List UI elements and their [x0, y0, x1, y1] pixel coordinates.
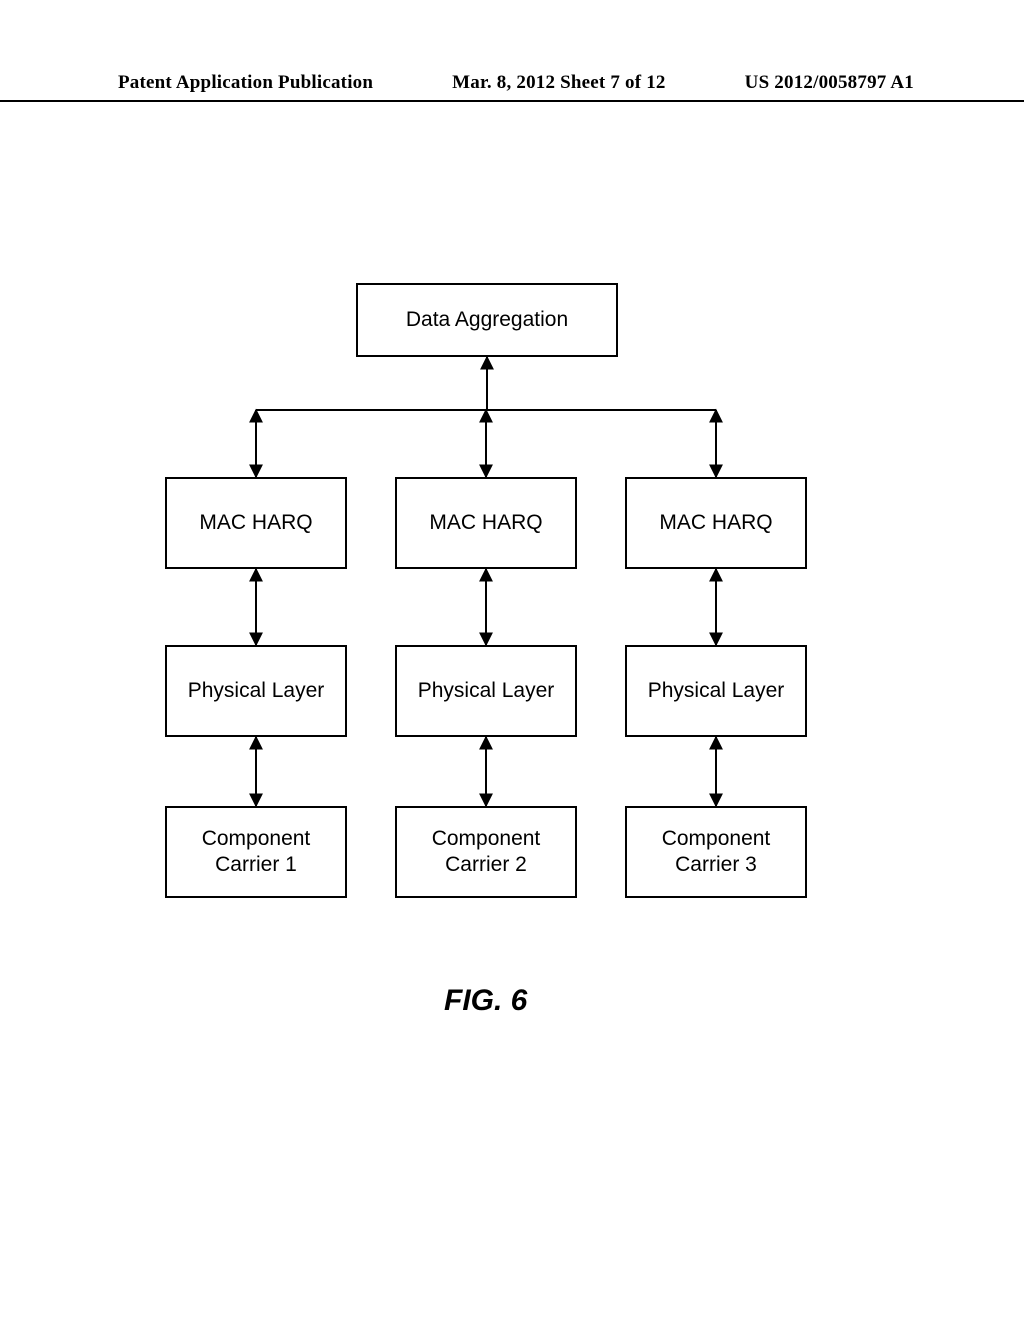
- page: Patent Application Publication Mar. 8, 2…: [0, 0, 1024, 1320]
- box-component-carrier-3: Component Carrier 3: [625, 806, 807, 898]
- box-label: MAC HARQ: [199, 510, 312, 536]
- box-mac-harq-1: MAC HARQ: [165, 477, 347, 569]
- box-physical-layer-1: Physical Layer: [165, 645, 347, 737]
- box-label: MAC HARQ: [659, 510, 772, 536]
- box-label: Component Carrier 2: [432, 826, 541, 879]
- figure-label-text: FIG. 6: [444, 984, 527, 1017]
- box-component-carrier-2: Component Carrier 2: [395, 806, 577, 898]
- box-label: Data Aggregation: [406, 307, 568, 333]
- box-label: Physical Layer: [188, 678, 325, 704]
- box-label: Physical Layer: [648, 678, 785, 704]
- box-physical-layer-2: Physical Layer: [395, 645, 577, 737]
- box-mac-harq-2: MAC HARQ: [395, 477, 577, 569]
- box-label: MAC HARQ: [429, 510, 542, 536]
- box-label: Component Carrier 1: [202, 826, 311, 879]
- box-mac-harq-3: MAC HARQ: [625, 477, 807, 569]
- box-label: Physical Layer: [418, 678, 555, 704]
- box-physical-layer-3: Physical Layer: [625, 645, 807, 737]
- box-label: Component Carrier 3: [662, 826, 771, 879]
- box-data-aggregation: Data Aggregation: [356, 283, 618, 357]
- diagram: Data Aggregation MAC HARQ MAC HARQ MAC H…: [0, 0, 1024, 1320]
- figure-label: FIG. 6: [444, 984, 527, 1018]
- box-component-carrier-1: Component Carrier 1: [165, 806, 347, 898]
